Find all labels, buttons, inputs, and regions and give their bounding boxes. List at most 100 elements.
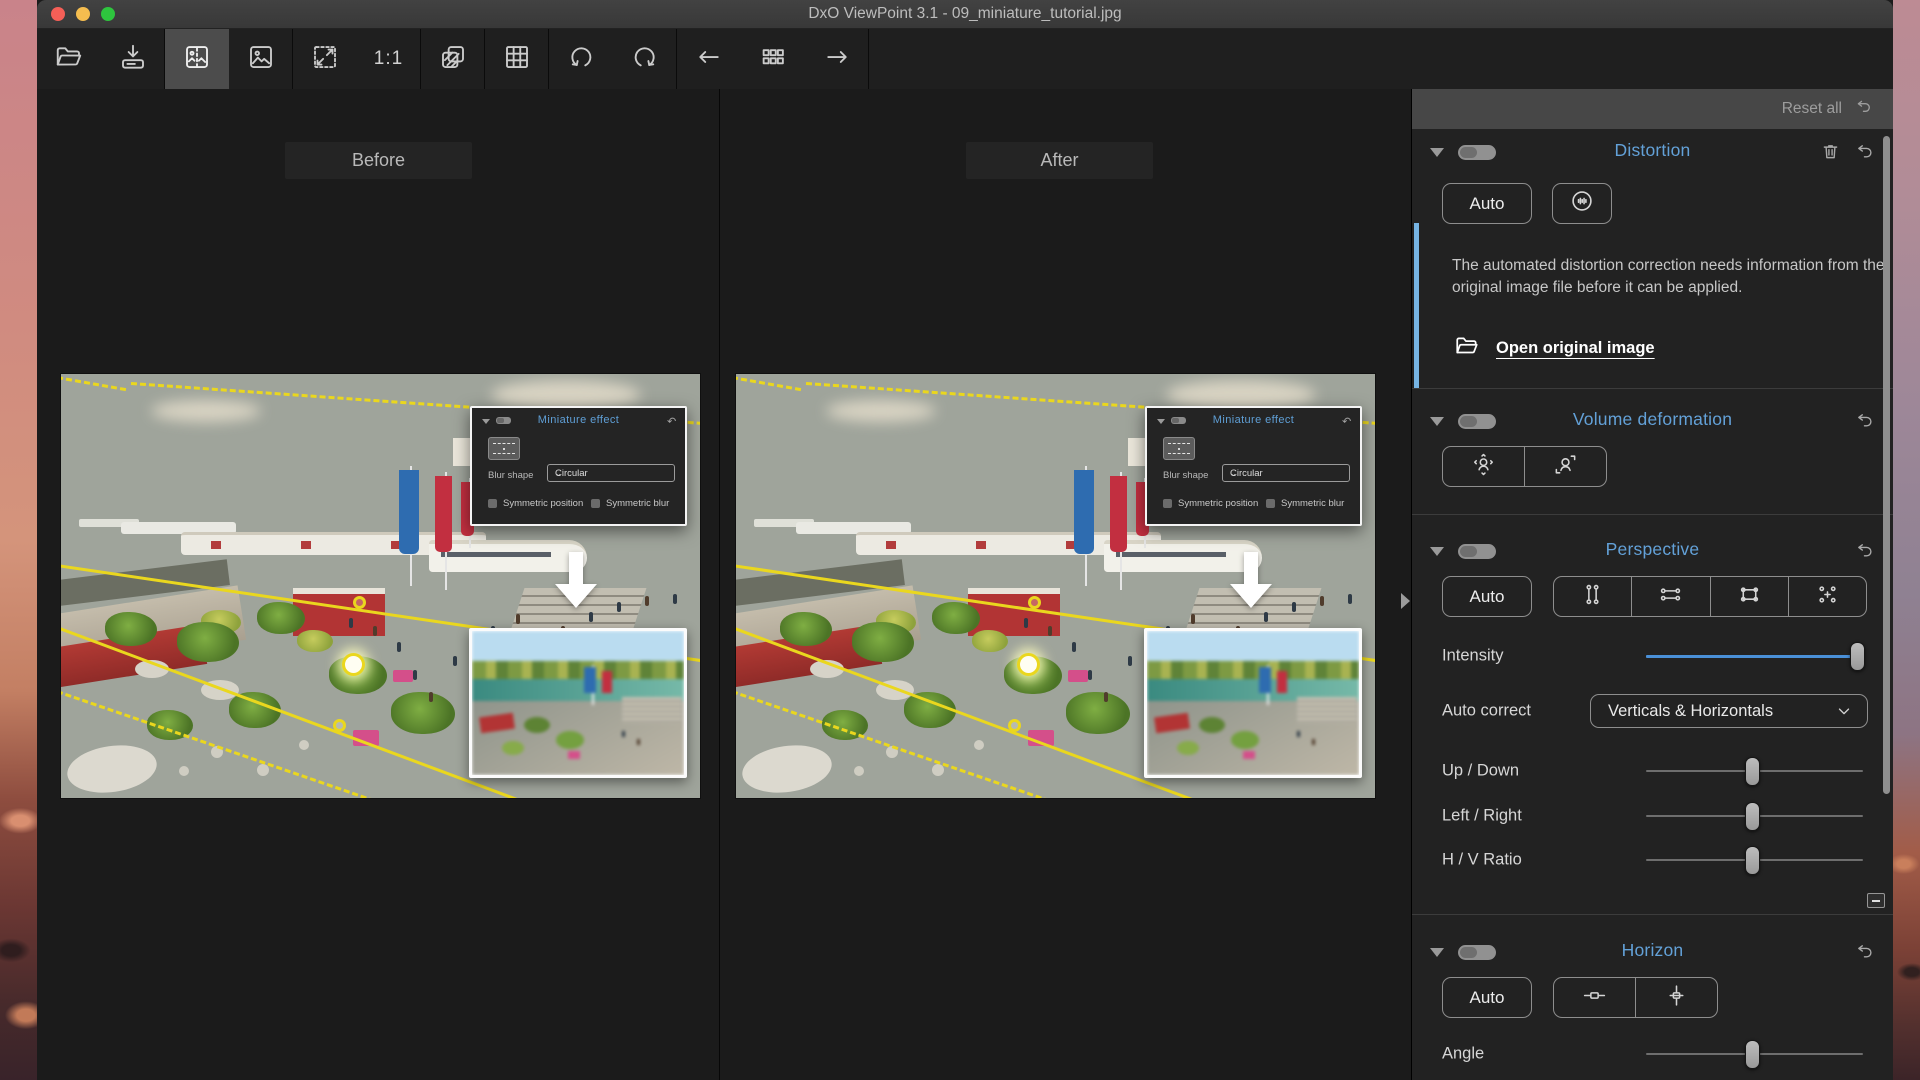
force-rectangle-button[interactable] — [1709, 577, 1788, 616]
intensity-label: Intensity — [1442, 646, 1504, 665]
intensity-slider[interactable] — [1646, 639, 1865, 673]
open-original-image-link[interactable]: Open original image — [1496, 339, 1655, 358]
horizon-level-button[interactable] — [1554, 978, 1635, 1017]
open-original-row[interactable]: Open original image — [1452, 333, 1655, 364]
next-image-button[interactable] — [805, 29, 869, 89]
arrow-left-icon — [694, 42, 724, 77]
fit-to-screen-button[interactable] — [293, 29, 357, 89]
undo-icon[interactable] — [1854, 941, 1875, 967]
distortion-info-text: The automated distortion correction need… — [1452, 256, 1885, 296]
auto-correct-control: Auto correct Verticals & Horizontals — [1412, 694, 1893, 728]
mini-blur-band-button — [488, 437, 520, 460]
mini-symmetric-position-label: Symmetric position — [503, 498, 584, 509]
undo-icon[interactable] — [1854, 540, 1875, 566]
distortion-header: Distortion — [1412, 139, 1893, 165]
inset-art — [472, 631, 684, 775]
undo-icon — [1854, 97, 1873, 121]
grid-icon — [502, 42, 532, 77]
thumbnail-browser-button[interactable] — [741, 29, 805, 89]
miniature-effect-panel: Miniature effect ↷ Blur shape Circular ⌄ … — [1145, 406, 1362, 526]
down-arrow-marker — [1230, 552, 1272, 610]
single-image-view-button[interactable] — [229, 29, 293, 89]
slider-handle[interactable] — [1745, 801, 1761, 831]
volume-diagonal-button[interactable] — [1524, 447, 1606, 486]
distortion-auto-button[interactable]: Auto — [1442, 183, 1532, 224]
horizon-auto-button[interactable]: Auto — [1442, 977, 1532, 1018]
titlebar: DxO ViewPoint 3.1 - 09_miniature_tutoria… — [37, 0, 1893, 29]
horizon-vertical-button[interactable] — [1635, 978, 1717, 1017]
distortion-manual-icon — [1569, 188, 1595, 219]
slider-handle[interactable] — [1850, 641, 1865, 671]
up-down-slider[interactable] — [1646, 754, 1863, 788]
folder-open-icon — [1452, 333, 1482, 364]
folder-open-icon — [54, 42, 84, 77]
scrollbar-collapse-button[interactable] — [1867, 893, 1885, 908]
hv-ratio-control: H / V Ratio — [1412, 843, 1893, 877]
rectangle-corners-icon — [1736, 581, 1763, 613]
eight-point-button[interactable] — [1787, 577, 1866, 616]
force-horizontals-button[interactable] — [1631, 577, 1709, 616]
up-down-label: Up / Down — [1442, 761, 1520, 780]
info-accent-stripe — [1414, 223, 1419, 388]
mini-blur-shape-label: Blur shape — [488, 470, 534, 481]
sidebar-collapse-arrow[interactable] — [1401, 593, 1410, 609]
volume-mode-group — [1442, 446, 1607, 487]
rotate-right-button[interactable] — [613, 29, 677, 89]
slider-handle[interactable] — [1745, 845, 1761, 875]
before-pane: Before Miniature effect ↷ Blur shape Cir… — [37, 89, 719, 1080]
desktop-wallpaper-left — [0, 0, 37, 1080]
grid-overlay-button[interactable] — [485, 29, 549, 89]
crop-tool-button[interactable] — [421, 29, 485, 89]
miniature-effect-panel: Miniature effect ↷ Blur shape Circular ⌄ … — [470, 406, 687, 526]
slider-handle[interactable] — [1745, 1039, 1761, 1069]
mini-blur-band-button — [1163, 437, 1195, 460]
mini-blur-shape-dropdown: Circular ⌄ — [547, 464, 675, 482]
eight-points-icon — [1814, 581, 1841, 613]
after-photo: Miniature effect ↷ Blur shape Circular ⌄ … — [736, 374, 1375, 798]
mini-panel-title: Miniature effect — [1212, 414, 1295, 426]
thumbnails-grid-icon — [758, 42, 788, 77]
force-verticals-button[interactable] — [1554, 577, 1631, 616]
left-right-slider[interactable] — [1646, 799, 1863, 833]
open-file-button[interactable] — [37, 29, 101, 89]
horizon-title: Horizon — [1621, 940, 1684, 960]
angle-slider[interactable] — [1646, 1037, 1863, 1071]
export-icon — [118, 42, 148, 77]
reset-all-button[interactable]: Reset all — [1412, 89, 1893, 129]
viewer-area: Before Miniature effect ↷ Blur shape Cir… — [37, 89, 1412, 1080]
horizon-tool-group — [1553, 977, 1718, 1018]
export-button[interactable] — [101, 29, 165, 89]
compare-before-after-button[interactable] — [165, 29, 229, 89]
mini-undo-icon: ↷ — [1341, 416, 1351, 428]
up-down-control: Up / Down — [1412, 754, 1893, 788]
sidebar-scrollbar[interactable] — [1883, 136, 1890, 794]
undo-icon[interactable] — [1854, 141, 1875, 167]
auto-correct-dropdown[interactable]: Verticals & Horizontals — [1590, 694, 1868, 728]
mini-symmetric-position-checkbox — [488, 499, 497, 508]
mini-symmetric-position-label: Symmetric position — [1178, 498, 1259, 509]
screen: DxO ViewPoint 3.1 - 09_miniature_tutoria… — [0, 0, 1920, 1080]
angle-label: Angle — [1442, 1044, 1485, 1063]
image-icon — [246, 42, 276, 77]
down-arrow-marker — [555, 552, 597, 610]
zoom-one-to-one-button[interactable]: 1:1 — [357, 29, 421, 89]
compare-icon — [182, 42, 212, 77]
undo-icon[interactable] — [1854, 410, 1875, 436]
perspective-auto-button[interactable]: Auto — [1442, 576, 1532, 617]
volume-deformation-header: Volume deformation — [1412, 408, 1893, 434]
parallel-verticals-icon — [1579, 581, 1606, 613]
trash-icon[interactable] — [1820, 141, 1841, 167]
auto-correct-label: Auto correct — [1442, 701, 1531, 720]
desktop-wallpaper-right — [1893, 0, 1920, 1080]
before-label: Before — [285, 142, 472, 179]
rotate-left-button[interactable] — [549, 29, 613, 89]
distortion-manual-button[interactable] — [1552, 183, 1612, 224]
intensity-control: Intensity — [1412, 639, 1893, 673]
previous-image-button[interactable] — [677, 29, 741, 89]
volume-horizontal-button[interactable] — [1443, 447, 1524, 486]
rotate-ccw-icon — [566, 42, 596, 77]
person-arrows-icon — [1470, 451, 1497, 483]
slider-handle[interactable] — [1745, 756, 1761, 786]
perspective-tool-group — [1553, 576, 1867, 617]
hv-ratio-slider[interactable] — [1646, 843, 1863, 877]
